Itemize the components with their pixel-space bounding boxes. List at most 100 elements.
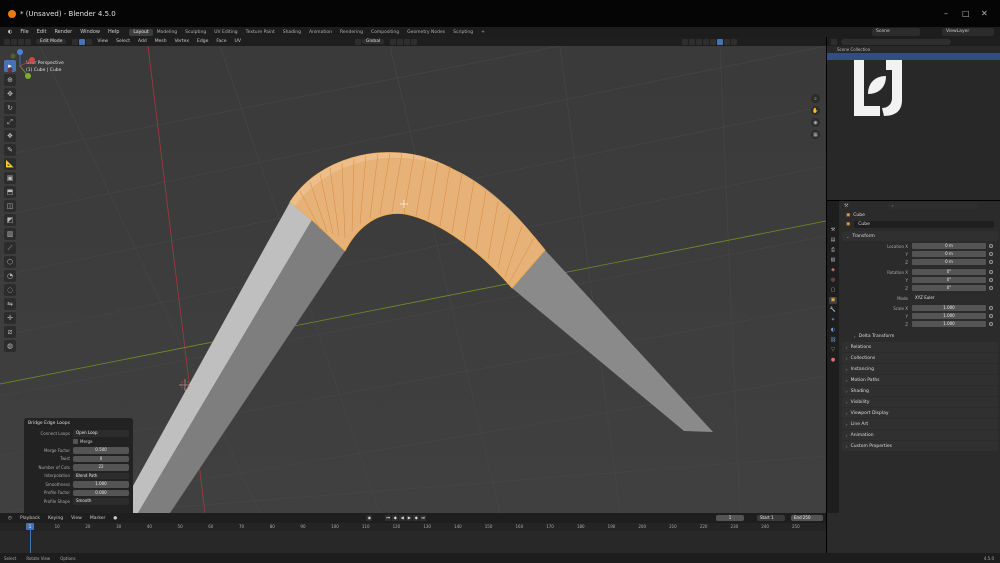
move-icon[interactable]: ✥ [4, 88, 16, 100]
shading-solid-icon[interactable] [717, 38, 724, 45]
render-tab-icon[interactable]: ▤ [829, 237, 837, 244]
tab-geometry-nodes[interactable]: Geometry Nodes [403, 29, 449, 36]
connect-loops-dropdown[interactable]: Open Loop [73, 430, 129, 437]
rip-icon[interactable]: ◍ [4, 340, 16, 352]
transform-panel-header[interactable]: ⌄ Transform [842, 231, 998, 241]
add-workspace-icon[interactable]: + [477, 29, 489, 36]
inset-icon[interactable]: ◫ [4, 200, 16, 212]
camera-icon[interactable]: ◉ [811, 118, 820, 127]
constraints-tab-icon[interactable]: ⛓ [829, 337, 837, 344]
scale-y-field[interactable]: 1.000 [912, 312, 986, 320]
shading-material-icon[interactable] [724, 38, 731, 45]
orientation-icon[interactable] [354, 38, 361, 45]
relations-panel-header[interactable]: › Relations [842, 342, 998, 352]
add-cube-icon[interactable]: ▣ [4, 172, 16, 184]
merge-factor-field[interactable]: 0.500 [73, 447, 129, 454]
animation-panel-header[interactable]: › Animation [842, 430, 998, 440]
tab-scripting[interactable]: Scripting [449, 29, 477, 36]
jump-end-icon[interactable]: ⏭ [420, 515, 427, 521]
menu-marker[interactable]: Marker [86, 516, 110, 521]
menu-edge[interactable]: Edge [193, 39, 212, 44]
end-frame-field[interactable]: End 250 [791, 515, 823, 521]
collections-panel-header[interactable]: › Collections [842, 353, 998, 363]
view-layer-selector[interactable]: ViewLayer [942, 28, 994, 36]
editor-type-icon[interactable]: ◷ [4, 516, 16, 521]
zoom-icon[interactable]: ⌕ [811, 94, 820, 103]
visibility-icon[interactable] [682, 38, 689, 45]
blender-menu-icon[interactable]: ◐ [4, 29, 16, 35]
custom-properties-panel-header[interactable]: › Custom Properties [842, 441, 998, 451]
interpolation-dropdown[interactable]: Blend Path [73, 472, 129, 479]
snap-icon[interactable] [397, 38, 404, 45]
play-icon[interactable]: ▶ [406, 515, 413, 521]
knife-icon[interactable]: ⟋ [4, 242, 16, 254]
keyframe-icon[interactable] [989, 252, 993, 256]
scale-icon[interactable]: ⤢ [4, 116, 16, 128]
physics-tab-icon[interactable]: ◐ [829, 327, 837, 334]
transform-icon[interactable]: ❖ [4, 130, 16, 142]
close-icon[interactable]: ✕ [981, 9, 988, 18]
particles-tab-icon[interactable]: ✶ [829, 317, 837, 324]
location-y-field[interactable]: 0 m [912, 250, 986, 258]
keyframe-icon[interactable] [989, 244, 993, 248]
shading-wire-icon[interactable] [710, 38, 717, 45]
record-icon[interactable]: ◉ [366, 515, 373, 521]
annotate-icon[interactable]: ✎ [4, 144, 16, 156]
maximize-icon[interactable]: □ [962, 9, 970, 18]
snap-target-icon[interactable] [404, 38, 411, 45]
spin-icon[interactable]: ◔ [4, 270, 16, 282]
gizmo-icon[interactable] [689, 38, 696, 45]
minimize-icon[interactable]: – [944, 9, 948, 18]
navigation-gizmo[interactable] [0, 46, 40, 86]
loop-cut-icon[interactable]: ▥ [4, 228, 16, 240]
tab-shading[interactable]: Shading [279, 29, 305, 36]
jump-start-icon[interactable]: ⏮ [385, 515, 392, 521]
select-mode-icon[interactable] [11, 38, 17, 45]
select-mode-icon[interactable] [18, 38, 24, 45]
keyframe-icon[interactable] [989, 278, 993, 282]
instancing-panel-header[interactable]: › Instancing [842, 364, 998, 374]
location-x-field[interactable]: 0 m [912, 242, 986, 250]
object-tab-icon[interactable]: ▣ [829, 297, 837, 304]
properties-search-input[interactable]: ⌕ [888, 203, 979, 209]
grid-icon[interactable]: ▦ [811, 130, 820, 139]
menu-face[interactable]: Face [212, 39, 230, 44]
visibility-panel-header[interactable]: › Visibility [842, 397, 998, 407]
rotate-icon[interactable]: ↻ [4, 102, 16, 114]
3d-viewport[interactable]: User Perspective (1) Cube | Cube ▸ ⊕ ✥ ↻… [0, 46, 826, 513]
play-reverse-icon[interactable]: ◀ [399, 515, 406, 521]
motion-paths-panel-header[interactable]: › Motion Paths [842, 375, 998, 385]
edge-select-icon[interactable] [79, 38, 86, 45]
keyframe-icon[interactable] [989, 306, 993, 310]
number-of-cuts-field[interactable]: 22 [73, 464, 129, 471]
keyframe-icon[interactable] [989, 314, 993, 318]
editor-type-icon[interactable] [4, 38, 10, 45]
menu-file[interactable]: File [16, 29, 32, 35]
shading-panel-header[interactable]: › Shading [842, 386, 998, 396]
overlay-icon[interactable] [696, 38, 703, 45]
object-name-field[interactable]: Cube [854, 221, 995, 228]
tab-animation[interactable]: Animation [305, 29, 336, 36]
rotation-z-field[interactable]: 0° [912, 284, 986, 292]
tool-tab-icon[interactable]: ⚒ [829, 227, 837, 234]
shading-rendered-icon[interactable] [731, 38, 738, 45]
scale-x-field[interactable]: 1.000 [912, 304, 986, 312]
merge-checkbox[interactable]: Merge [73, 439, 93, 445]
select-mode-icon[interactable] [25, 38, 31, 45]
prev-key-icon[interactable]: ◆ [392, 515, 399, 521]
face-select-icon[interactable] [86, 38, 93, 45]
scene-selector[interactable]: Scene [872, 28, 920, 36]
mode-dropdown[interactable]: Edit Mode [36, 39, 67, 44]
timeline-body[interactable]: 1102030405060708090100110120130140150160… [0, 523, 826, 553]
modifier-tab-icon[interactable]: 🔧 [829, 307, 837, 314]
pivot-icon[interactable] [390, 38, 397, 45]
smooth-icon[interactable]: ◌ [4, 284, 16, 296]
profile-factor-field[interactable]: 0.000 [73, 489, 129, 496]
start-frame-field[interactable]: Start 1 [757, 515, 785, 521]
tab-uv-editing[interactable]: UV Editing [210, 29, 241, 36]
keyframe-icon[interactable] [989, 286, 993, 290]
tab-layout[interactable]: Layout [129, 28, 153, 36]
location-z-field[interactable]: 0 m [912, 258, 986, 266]
transform-orientation-dropdown[interactable]: Global [361, 39, 385, 44]
keyframe-icon[interactable] [989, 322, 993, 326]
